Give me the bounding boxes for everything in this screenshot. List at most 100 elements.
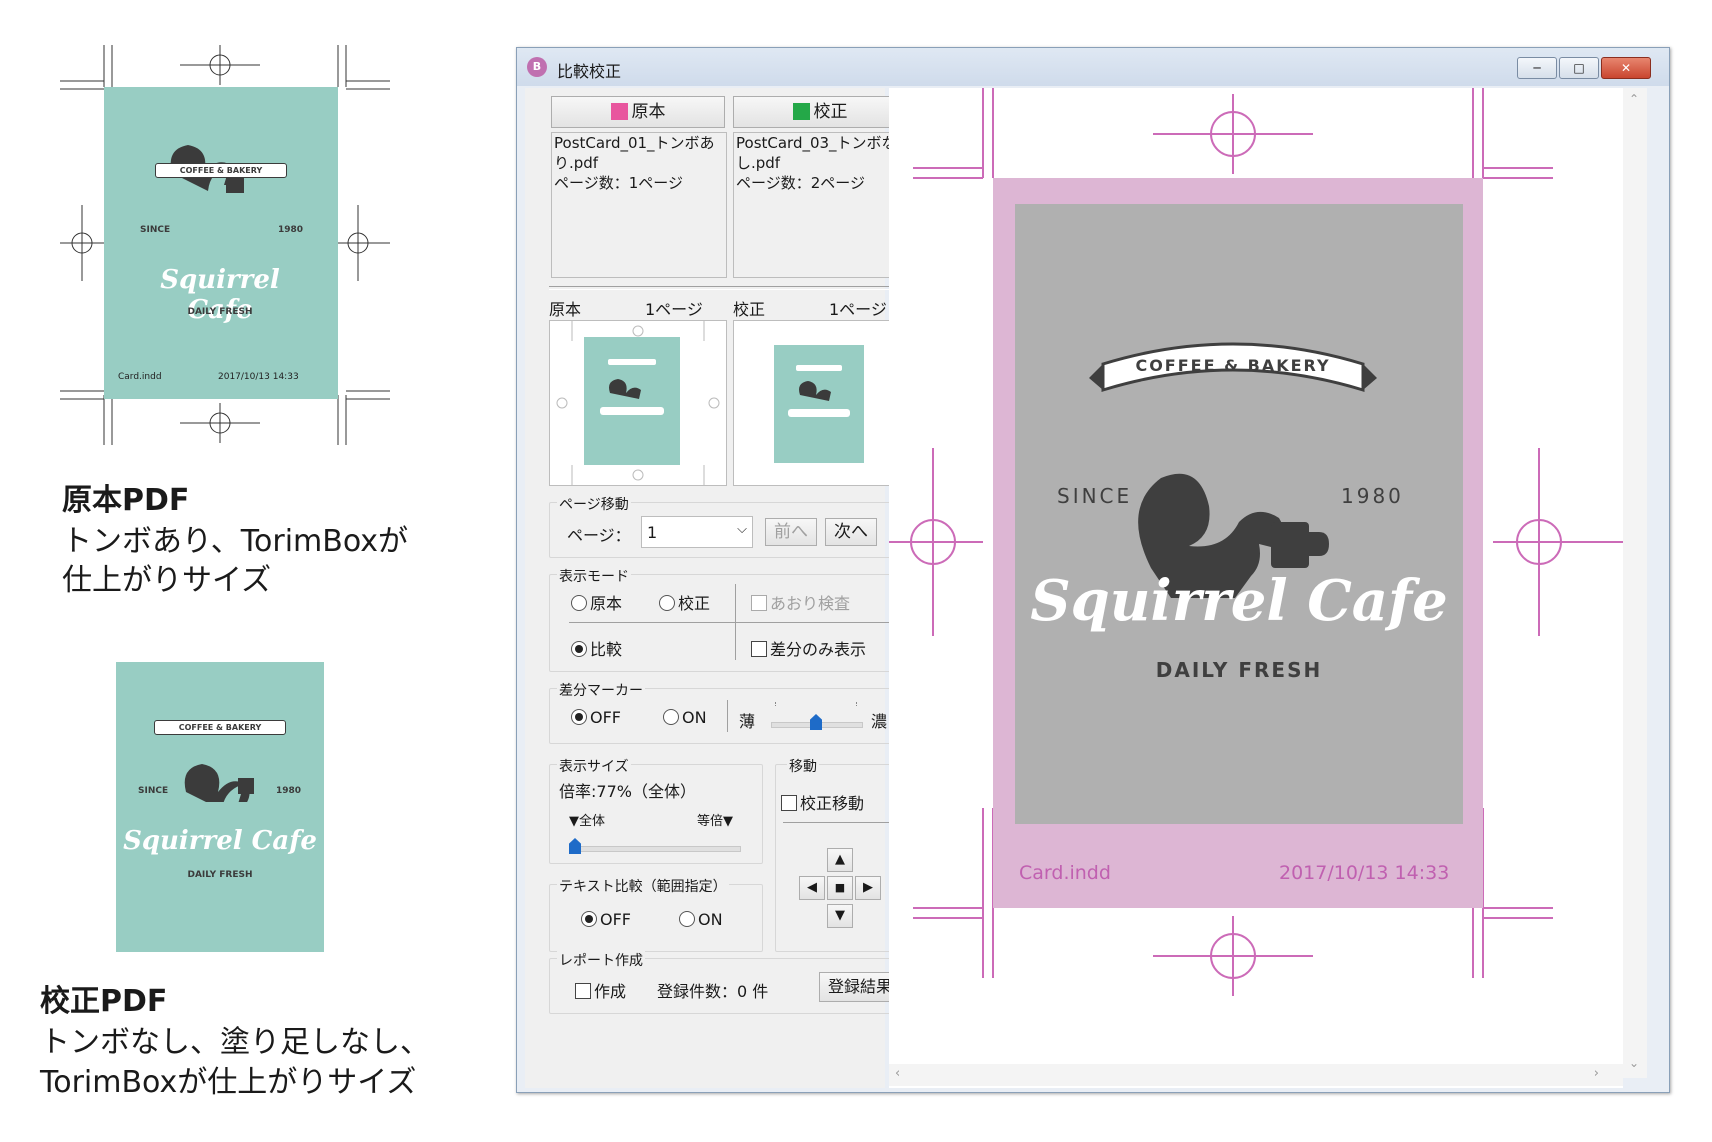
next-page-button[interactable]: 次へ (825, 518, 877, 546)
proof-color-swatch (792, 103, 810, 120)
viewer-since: SINCE (1057, 484, 1133, 508)
radio-text-off-label: OFF (600, 910, 631, 929)
proof-file-button[interactable]: 校正 (733, 96, 907, 128)
display-size-group-label: 表示サイズ (557, 756, 631, 776)
close-button[interactable]: ✕ (1601, 57, 1651, 79)
original-caption-line1: トンボあり、TorimBoxが (62, 524, 409, 559)
overlay-check-checkbox[interactable]: あおり検査 (751, 590, 850, 614)
arrow-down-icon[interactable]: ▼ (827, 904, 853, 928)
radio-text-off[interactable]: OFF (581, 910, 631, 929)
text-compare-group-label: テキスト比較（範囲指定） (557, 876, 729, 896)
report-create-checkbox[interactable]: 作成 (575, 978, 626, 1002)
original-caption-line2: 仕上がりサイズ (62, 563, 272, 598)
original-info-box: PostCard_01_トンボあり.pdf ページ数：1ページ (551, 132, 727, 278)
center-icon[interactable]: ■ (827, 876, 853, 900)
slider-thumb[interactable] (810, 714, 822, 730)
scroll-down-icon[interactable]: ⌄ (1629, 1056, 1639, 1070)
radio-text-on[interactable]: ON (679, 910, 723, 929)
horizontal-scrollbar[interactable]: ‹ › (889, 1064, 1623, 1086)
viewer-brand: Squirrel Cafe (1030, 568, 1448, 634)
proof-caption-line1: トンボなし、塗り足しなし、 (40, 1025, 430, 1060)
radio-mode-proof[interactable]: 校正 (659, 590, 710, 614)
radio-marker-on-label: ON (682, 708, 707, 727)
scroll-right-icon[interactable]: › (1594, 1066, 1599, 1081)
radio-indicator (571, 595, 587, 611)
checkbox-indicator (751, 641, 767, 657)
app-logo-icon: B (527, 57, 547, 77)
radio-mode-original[interactable]: 原本 (571, 590, 622, 614)
card-banner: COFFEE & BAKERY (154, 720, 286, 735)
proof-caption-line2: TorimBoxが仕上がりサイズ (40, 1065, 417, 1100)
thumb-original-page: 1ページ (645, 300, 703, 319)
slug-date: 2017/10/13 14:33 (218, 372, 299, 382)
chevron-down-icon: ⌵ (737, 522, 747, 537)
viewer-year: 1980 (1341, 484, 1404, 508)
proof-button-label: 校正 (813, 102, 848, 122)
thumb-proof-label: 校正 (733, 300, 766, 319)
radio-text-on-label: ON (698, 910, 723, 929)
slider-ticks (775, 702, 857, 706)
original-file-button[interactable]: 原本 (551, 96, 725, 128)
radio-mode-compare[interactable]: 比較 (571, 636, 622, 660)
maximize-button[interactable]: □ (1559, 57, 1599, 79)
arrow-left-icon[interactable]: ◀ (799, 876, 825, 900)
original-thumbnail[interactable] (549, 320, 727, 486)
proof-caption-title: 校正PDF (40, 984, 168, 1019)
radio-marker-off-label: OFF (590, 708, 621, 727)
title-bar[interactable]: B 比較校正 ─ □ ✕ (517, 48, 1669, 86)
minimize-button[interactable]: ─ (1517, 57, 1557, 79)
control-panel: 原本 校正 PostCard_01_トンボあり.pdf ページ数：1ページ Po… (525, 88, 911, 1088)
page-select[interactable]: 1 ⌵ (641, 516, 753, 548)
proof-thumbnail[interactable] (733, 320, 911, 486)
scroll-up-icon[interactable]: ⌃ (1629, 92, 1639, 106)
compare-viewer[interactable]: COFFEE & BAKERY SINCE 1980 Squirrel Cafe… (889, 88, 1623, 1088)
proof-pdf-preview: COFFEE & BAKERY SINCE 1980 Squirrel Cafe… (116, 662, 324, 952)
proof-move-checkbox[interactable]: 校正移動 (781, 790, 864, 814)
slider-thumb[interactable] (569, 838, 581, 854)
card-banner: COFFEE & BAKERY (155, 163, 287, 178)
radio-marker-off[interactable]: OFF (571, 708, 621, 727)
diff-marker-group-label: 差分マーカー (557, 680, 645, 700)
radio-indicator (659, 595, 675, 611)
card-year: 1980 (278, 225, 304, 235)
original-button-label: 原本 (631, 102, 666, 122)
marker-intensity-slider[interactable] (771, 700, 863, 734)
arrow-up-icon[interactable]: ▲ (827, 848, 853, 872)
checkbox-indicator (575, 983, 591, 999)
proof-move-label: 校正移動 (800, 794, 865, 813)
arrow-right-icon[interactable]: ▶ (855, 876, 881, 900)
card-tagline: DAILY FRESH (187, 307, 253, 317)
proof-info-box: PostCard_03_トンボなし.pdf ページ数：2ページ (733, 132, 909, 278)
original-card-text: COFFEE & BAKERY SINCE 1980 Squirrel Cafe… (60, 45, 390, 445)
page-select-value: 1 (647, 523, 658, 542)
radio-indicator (571, 709, 587, 725)
original-page-count: ページ数：1ページ (554, 174, 683, 192)
viewer-tagline: DAILY FRESH (1155, 658, 1323, 682)
viewer-slug-file: Card.indd (1019, 862, 1111, 884)
slider-track (569, 846, 741, 852)
diff-only-label: 差分のみ表示 (770, 640, 867, 659)
diff-only-checkbox[interactable]: 差分のみ表示 (751, 636, 866, 660)
radio-mode-compare-label: 比較 (590, 640, 623, 659)
prev-page-button[interactable]: 前へ (765, 518, 817, 546)
report-group-label: レポート作成 (557, 950, 645, 970)
marker-light-label: 薄 (739, 712, 756, 731)
zoom-readout: 倍率:77%（全体） (559, 782, 696, 801)
move-hdivider (783, 822, 897, 823)
report-create-label: 作成 (594, 982, 627, 1001)
original-caption-title: 原本PDF (62, 483, 190, 518)
vertical-scrollbar[interactable]: ⌃ ⌄ (1623, 88, 1647, 1078)
viewer-slug-date: 2017/10/13 14:33 (1279, 862, 1450, 884)
zoom-slider[interactable] (569, 828, 741, 854)
original-color-swatch (610, 103, 628, 120)
thumb-original-label: 原本 (549, 300, 582, 319)
scroll-left-icon[interactable]: ‹ (895, 1066, 900, 1081)
radio-marker-on[interactable]: ON (663, 708, 707, 727)
squirrel-logo-icon (184, 764, 254, 802)
trim-area (1015, 204, 1463, 824)
proof-thumbnail-image (774, 345, 864, 463)
viewer-banner: COFFEE & BAKERY (1135, 356, 1331, 375)
compare-proof-window: B 比較校正 ─ □ ✕ 原本 校正 PostCard_01_トンボあり.pdf… (516, 47, 1670, 1093)
radio-mode-proof-label: 校正 (678, 594, 711, 613)
radio-indicator (679, 911, 695, 927)
